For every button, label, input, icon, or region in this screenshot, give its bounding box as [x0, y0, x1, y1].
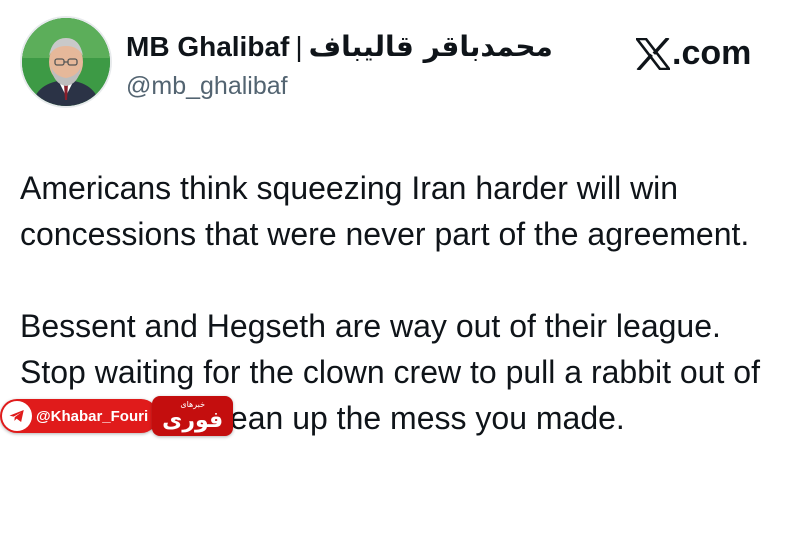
display-name-row[interactable]: MB Ghalibaf | محمدباقر قالیباف	[126, 30, 553, 63]
watermark-logo-text: فوری	[162, 408, 224, 433]
source-brand: .com	[636, 34, 751, 73]
tweet-paragraph: Americans think squeezing Iran harder wi…	[20, 170, 750, 252]
x-logo-icon	[636, 37, 670, 70]
watermark-channel: @Khabar_Fouri	[36, 407, 149, 425]
watermark-logo: خبرهای فوری	[152, 396, 234, 436]
display-name-persian[interactable]: محمدباقر قالیباف	[309, 30, 553, 63]
watermark-pill: @Khabar_Fouri	[0, 399, 159, 433]
display-name[interactable]: MB Ghalibaf	[126, 31, 289, 63]
channel-watermark: @Khabar_Fouri خبرهای فوری	[0, 396, 234, 436]
name-separator: |	[295, 30, 303, 62]
user-handle[interactable]: @mb_ghalibaf	[126, 72, 288, 101]
source-domain: .com	[672, 34, 752, 72]
avatar[interactable]	[22, 18, 110, 106]
telegram-icon	[2, 401, 32, 431]
profile-photo	[22, 18, 110, 106]
